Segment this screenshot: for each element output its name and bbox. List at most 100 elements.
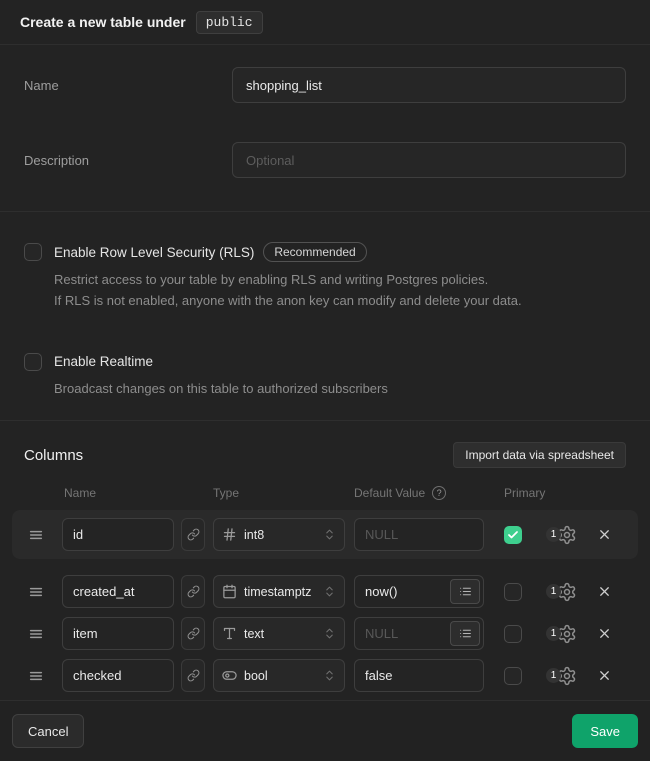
check-icon — [507, 529, 519, 541]
chevrons-up-down-icon — [323, 585, 336, 598]
close-icon — [597, 527, 612, 542]
header-default-value: Default Value — [354, 486, 446, 500]
save-button[interactable]: Save — [572, 714, 638, 748]
realtime-toggle-block: Enable Realtime Broadcast changes on thi… — [24, 353, 626, 399]
column-name-input[interactable] — [62, 575, 174, 608]
column-type-select[interactable]: timestamptz — [213, 575, 345, 608]
create-table-panel: Create a new table under public Name Des… — [0, 0, 650, 761]
foreign-key-link-button[interactable] — [181, 518, 205, 551]
import-spreadsheet-button[interactable]: Import data via spreadsheet — [453, 442, 626, 468]
close-icon — [597, 668, 612, 683]
drag-handle-icon[interactable] — [28, 626, 48, 642]
link-icon — [187, 585, 200, 598]
settings-count-badge: 1 — [546, 668, 561, 683]
remove-column-button[interactable] — [597, 668, 612, 683]
rls-label: Enable Row Level Security (RLS) — [54, 243, 254, 262]
realtime-description: Broadcast changes on this table to autho… — [54, 378, 388, 399]
close-icon — [597, 626, 612, 641]
header-type: Type — [213, 486, 239, 500]
remove-column-button[interactable] — [597, 584, 612, 599]
link-icon — [187, 669, 200, 682]
description-label: Description — [24, 153, 232, 168]
table-description-input[interactable] — [232, 142, 626, 178]
name-field-row: Name — [24, 67, 626, 103]
help-circle-icon[interactable] — [432, 486, 446, 500]
header-name: Name — [64, 486, 96, 500]
foreign-key-link-button[interactable] — [181, 617, 205, 650]
settings-count-badge: 1 — [546, 527, 561, 542]
rls-toggle-block: Enable Row Level Security (RLS) Recommen… — [24, 243, 626, 311]
foreign-key-link-button[interactable] — [181, 575, 205, 608]
default-value-input[interactable] — [354, 518, 484, 551]
drag-handle-icon[interactable] — [28, 584, 48, 600]
name-label: Name — [24, 78, 232, 93]
link-icon — [187, 627, 200, 640]
toggles-section: Enable Row Level Security (RLS) Recommen… — [0, 212, 650, 421]
column-type-select[interactable]: text — [213, 617, 345, 650]
column-row-id: int8 1 — [12, 510, 638, 559]
rls-content: Enable Row Level Security (RLS) Recommen… — [54, 242, 522, 311]
chevrons-up-down-icon — [323, 528, 336, 541]
column-settings-button[interactable]: 1 — [546, 624, 577, 644]
foreign-key-link-button[interactable] — [181, 659, 205, 692]
default-value-cell — [354, 518, 484, 551]
list-icon — [459, 627, 472, 640]
panel-title: Create a new table under — [20, 14, 186, 30]
column-name-input[interactable] — [62, 659, 174, 692]
column-settings-button[interactable]: 1 — [546, 666, 577, 686]
realtime-label: Enable Realtime — [54, 352, 153, 371]
column-row-item: text 1 — [12, 617, 638, 650]
column-name-input[interactable] — [62, 617, 174, 650]
column-row-checked: bool 1 — [12, 659, 638, 692]
default-value-cell — [354, 659, 484, 692]
column-name-input[interactable] — [62, 518, 174, 551]
settings-count-badge: 1 — [546, 584, 561, 599]
hash-icon — [222, 527, 237, 542]
columns-title: Columns — [24, 447, 83, 464]
default-value-menu-button[interactable] — [450, 621, 480, 646]
cancel-button[interactable]: Cancel — [12, 714, 84, 748]
description-field-row: Description — [24, 142, 626, 178]
chevrons-up-down-icon — [323, 669, 336, 682]
link-icon — [187, 528, 200, 541]
column-settings-button[interactable]: 1 — [546, 582, 577, 602]
primary-checkbox[interactable] — [504, 526, 522, 544]
default-value-cell — [354, 617, 484, 650]
panel-footer: Cancel Save — [0, 701, 650, 761]
primary-checkbox[interactable] — [504, 625, 522, 643]
realtime-checkbox[interactable] — [24, 353, 42, 371]
basic-fields-section: Name Description — [0, 45, 650, 212]
column-rows: int8 1 — [0, 510, 650, 692]
header-primary: Primary — [504, 486, 545, 500]
default-value-menu-button[interactable] — [450, 579, 480, 604]
drag-handle-icon[interactable] — [28, 527, 48, 543]
remove-column-button[interactable] — [597, 527, 612, 542]
primary-checkbox[interactable] — [504, 583, 522, 601]
settings-count-badge: 1 — [546, 626, 561, 641]
drag-handle-icon[interactable] — [28, 668, 48, 684]
default-value-cell — [354, 575, 484, 608]
boolean-icon — [222, 668, 237, 683]
chevrons-up-down-icon — [323, 627, 336, 640]
list-icon — [459, 585, 472, 598]
panel-header: Create a new table under public — [0, 0, 650, 45]
table-name-input[interactable] — [232, 67, 626, 103]
realtime-content: Enable Realtime Broadcast changes on thi… — [54, 352, 388, 399]
close-icon — [597, 584, 612, 599]
recommended-badge: Recommended — [263, 242, 366, 262]
columns-section: Columns Import data via spreadsheet Name… — [0, 421, 650, 701]
default-value-input[interactable] — [354, 659, 484, 692]
column-type-select[interactable]: int8 — [213, 518, 345, 551]
rls-description: Restrict access to your table by enablin… — [54, 269, 522, 311]
rls-checkbox[interactable] — [24, 243, 42, 261]
column-settings-button[interactable]: 1 — [546, 525, 577, 545]
text-icon — [222, 626, 237, 641]
remove-column-button[interactable] — [597, 626, 612, 641]
columns-header: Columns Import data via spreadsheet — [0, 442, 650, 468]
calendar-icon — [222, 584, 237, 599]
column-row-created-at: timestamptz 1 — [12, 575, 638, 608]
schema-badge: public — [196, 11, 263, 34]
columns-table-headers: Name Type Default Value Primary — [0, 486, 650, 502]
column-type-select[interactable]: bool — [213, 659, 345, 692]
primary-checkbox[interactable] — [504, 667, 522, 685]
